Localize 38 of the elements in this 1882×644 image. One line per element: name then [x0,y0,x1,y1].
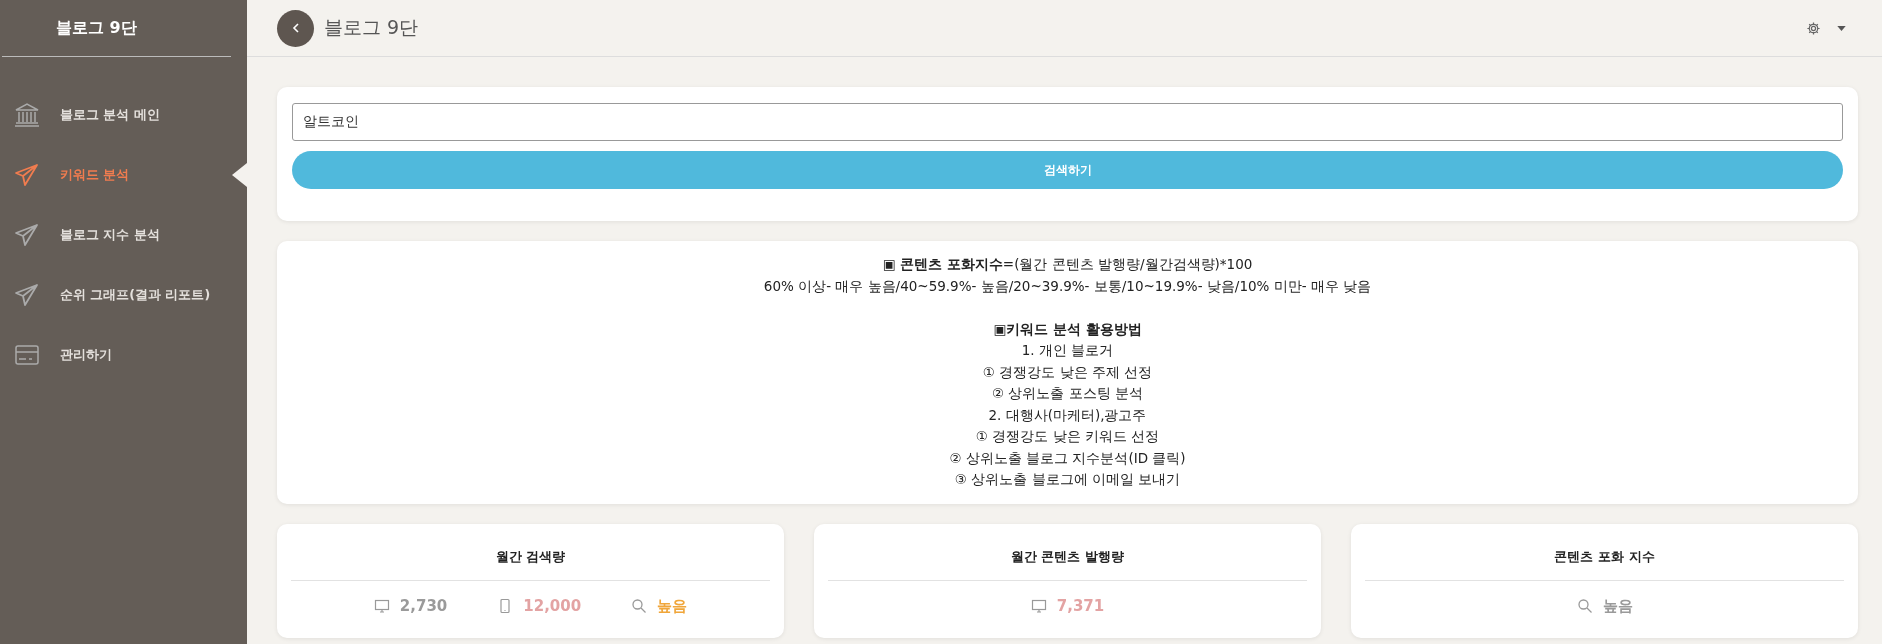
caret-icon[interactable] [1837,25,1846,31]
page-title: 블로그 9단 [324,15,419,40]
info-text: ② 상위노출 블로그 지수분석(ID 클릭) [949,448,1186,468]
info-text: 2. 대행사(마케터),광고주 [988,405,1147,425]
paper-plane-icon [14,282,40,308]
search-icon [1576,598,1593,614]
info-text: ② 상위노출 포스팅 분석 [992,384,1143,403]
bank-icon [14,102,40,128]
stat-value: 7,371 [1056,596,1105,615]
sidebar-item[interactable]: 블로그 지수 분석 [0,205,247,265]
stat-title: 월간 검색량 [494,547,567,566]
stat-title: 콘텐츠 포화 지수 [1553,547,1656,566]
paper-plane-icon [14,162,40,188]
card-icon [14,342,40,368]
sidebar-title: 블로그 9단 [55,17,138,39]
search-field[interactable]: 알트코인 [292,103,1843,141]
search-icon [631,598,648,614]
back-button[interactable] [277,9,314,47]
stat-title: 월간 콘텐츠 발행량 [1009,547,1126,566]
settings-icon[interactable] [1806,20,1821,36]
monitor-icon [373,598,390,614]
info-heading: ▣키워드 분석 활용방법 [993,319,1142,339]
sidebar-item[interactable]: 관리하기 [0,325,247,385]
info-text: ① 경쟁강도 낮은 키워드 선정 [975,427,1160,446]
selection-pointer-icon [232,163,247,187]
info-text: ① 경쟁강도 낮은 주제 선정 [982,362,1153,382]
stat-value: 12,000 [523,597,582,615]
sidebar-item[interactable]: 블로그 분석 메인 [0,85,247,145]
stat-value: 2,730 [399,597,448,615]
sidebar-item[interactable]: 순위 그래프(결과 리포트) [0,265,247,325]
paper-plane-icon [14,222,40,248]
monitor-icon [1030,597,1047,614]
info-text: ▣ 콘텐츠 포화지수=(월간 콘텐츠 발행량/월간검색량)*100 [882,255,1253,274]
stat-value: 높음 [657,596,688,616]
info-text: 1. 개인 블로거 [1021,341,1114,360]
info-text: 60% 이상- 매우 높음/40~59.9%- 높음/20~39.9%- 보통/10~19.9%- 낮음/10% 미만- 매우 낮음 [763,276,1372,296]
stat-value: 높음 [1602,596,1633,616]
info-text: ③ 상위노출 블로그에 이메일 보내기 [954,470,1181,489]
